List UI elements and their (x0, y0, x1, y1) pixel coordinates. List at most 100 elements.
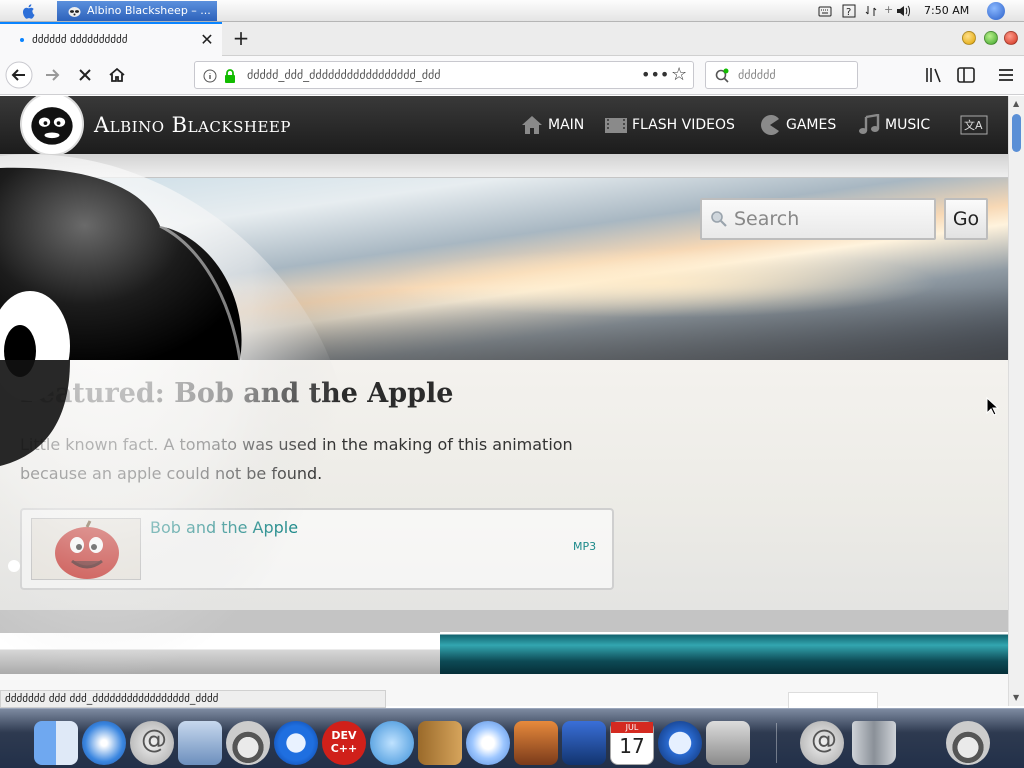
media-title-link[interactable]: Bob and the Apple (150, 518, 298, 537)
hero-banner: Go (0, 178, 1008, 360)
browser-tabstrip: ძძძძძძ ძძძძძძძძძძ ✕ + (0, 22, 1024, 56)
home-icon[interactable] (102, 61, 132, 89)
keyboard-icon[interactable] (818, 4, 832, 18)
browser-search-field[interactable]: ძძძძძძ (705, 61, 858, 89)
scroll-down-icon[interactable]: ▼ (1013, 694, 1021, 702)
volume-icon[interactable] (896, 4, 912, 18)
page-bottom-tab (788, 692, 878, 708)
raccoon-icon[interactable] (946, 721, 990, 765)
search-engine-icon (715, 68, 729, 83)
url-text: ძძძძძ_ძძძ_ძძძძძძძძძძძძძძძძძ_ძძძ (247, 68, 441, 82)
ical-month: JUL (611, 722, 653, 733)
ical-day: 17 (619, 734, 645, 758)
itunes-icon[interactable] (466, 721, 510, 765)
search-icon (711, 211, 727, 227)
sidebar-toggle-icon[interactable] (956, 66, 976, 84)
site-nav-music[interactable]: MUSIC (857, 114, 930, 138)
site-nav-main[interactable]: MAIN (520, 114, 584, 138)
tab-loading-dot-icon (20, 38, 24, 42)
at-sign-icon: @ (141, 725, 167, 755)
lock-icon (225, 69, 235, 83)
active-app-title: Albino Blacksheep – ... (87, 4, 211, 17)
site-name[interactable]: Albino Blacksheep (94, 113, 291, 137)
sheep-face-icon (31, 107, 73, 145)
dock-separator (776, 723, 777, 763)
site-nav-label: MAIN (548, 117, 585, 133)
safari-icon[interactable] (82, 721, 126, 765)
sunset-glow (380, 248, 940, 318)
devcpp-icon[interactable]: DEV C++ (322, 721, 366, 765)
address-book-icon[interactable] (418, 721, 462, 765)
mail-icon[interactable]: @ (130, 721, 174, 765)
site-nav-games[interactable]: GAMES (758, 114, 836, 138)
active-app-menu[interactable]: Albino Blacksheep – ... (57, 1, 217, 21)
network-icon[interactable] (864, 4, 878, 18)
film-icon (605, 118, 627, 133)
back-icon[interactable] (4, 61, 34, 89)
mail-stamp-icon[interactable]: @ (800, 721, 844, 765)
browser-search-placeholder: ძძძძძძ (738, 68, 776, 82)
featured-description: Little known fact. A tomato was used in … (20, 435, 573, 483)
new-tab-icon[interactable]: + (230, 27, 252, 49)
imovie-icon[interactable] (562, 721, 606, 765)
browser-tab-active[interactable]: ძძძძძძ ძძძძძძძძძძ ✕ (0, 22, 222, 56)
site-search-box[interactable] (700, 198, 936, 240)
tab-title: ძძძძძძ ძძძძძძძძძძ (32, 33, 128, 46)
status-bar-text: ძძძძძძძ ძძძ ძძძ_ძძძძძძძძძძძძძძძძძ_ძძძძ (0, 690, 386, 708)
page-viewport: Albino Blacksheep MAIN FLASH VIDEOS GAME… (0, 96, 1008, 706)
decorative-band-left (0, 610, 440, 674)
site-nav-flash-videos[interactable]: FLASH VIDEOS (604, 114, 735, 138)
screen: Albino Blacksheep – ... ? + 7:50 AM ძძძძ… (0, 0, 1024, 768)
site-logo-sheep-icon[interactable] (20, 96, 84, 156)
preview-icon[interactable] (178, 721, 222, 765)
stop-loading-icon[interactable] (70, 61, 100, 89)
ical-icon[interactable]: JUL 17 (610, 721, 654, 765)
translate-icon[interactable]: 文A (960, 115, 988, 135)
system-menubar: Albino Blacksheep – ... ? + 7:50 AM (0, 0, 1024, 22)
page-actions-icon[interactable]: ••• (641, 65, 669, 84)
library-icon[interactable] (924, 66, 944, 84)
site-nav-label: MUSIC (885, 117, 931, 133)
scroll-up-icon[interactable]: ▲ (1013, 100, 1021, 108)
page-scrollbar[interactable]: ▲ ▼ (1008, 96, 1024, 706)
forward-icon[interactable] (38, 61, 68, 89)
url-bar[interactable]: ძძძძძ_ძძძ_ძძძძძძძძძძძძძძძძძ_ძძძ ••• ☆ (194, 61, 694, 89)
quicktime-icon[interactable] (658, 721, 702, 765)
ichat-icon[interactable] (370, 721, 414, 765)
iphoto-icon[interactable] (514, 721, 558, 765)
media-card[interactable]: Bob and the Apple MP3 (20, 508, 614, 590)
featured-section: Featured: Bob and the Apple Little known… (0, 360, 1008, 610)
mouse-pointer-icon (986, 397, 1000, 416)
svg-text:文A: 文A (964, 118, 983, 132)
raccoon-icon[interactable] (226, 721, 270, 765)
raccoon-icon (68, 7, 81, 17)
browser-navbar: ძძძძძ_ძძძ_ძძძძძძძძძძძძძძძძძ_ძძძ ••• ☆ ძძ… (0, 56, 1024, 95)
media-format-badge[interactable]: MP3 (573, 540, 596, 553)
system-preferences-icon[interactable] (706, 721, 750, 765)
spotlight-search-icon[interactable] (987, 2, 1005, 20)
info-icon[interactable] (203, 69, 217, 83)
help-icon[interactable]: ? (842, 4, 856, 18)
scrollbar-thumb[interactable] (1012, 114, 1021, 152)
site-nav-label: FLASH VIDEOS (632, 117, 735, 133)
finder-icon[interactable] (34, 721, 78, 765)
search-go-button[interactable]: Go (944, 198, 988, 240)
maximize-window-button[interactable] (984, 31, 998, 45)
tab-close-icon[interactable]: ✕ (198, 31, 216, 49)
site-nav-label: GAMES (786, 117, 837, 133)
menubar-clock[interactable]: 7:50 AM (924, 0, 969, 22)
trash-icon[interactable] (852, 721, 896, 765)
hamburger-menu-icon[interactable] (996, 66, 1016, 84)
bookmark-star-icon[interactable]: ☆ (671, 64, 687, 85)
minimize-window-button[interactable] (962, 31, 976, 45)
close-window-button[interactable] (1004, 31, 1018, 45)
media-thumbnail[interactable] (31, 518, 141, 580)
at-sign-icon: @ (811, 725, 837, 755)
chrome-icon[interactable] (274, 721, 318, 765)
dock: @ DEV C++ JUL 17 @ (0, 708, 1024, 768)
apple-menu-icon[interactable] (20, 2, 38, 20)
featured-title: Featured: Bob and the Apple (20, 378, 454, 409)
bluetooth-plus-icon[interactable]: + (884, 3, 893, 16)
home-icon (522, 116, 542, 134)
site-search-input[interactable] (734, 208, 930, 230)
